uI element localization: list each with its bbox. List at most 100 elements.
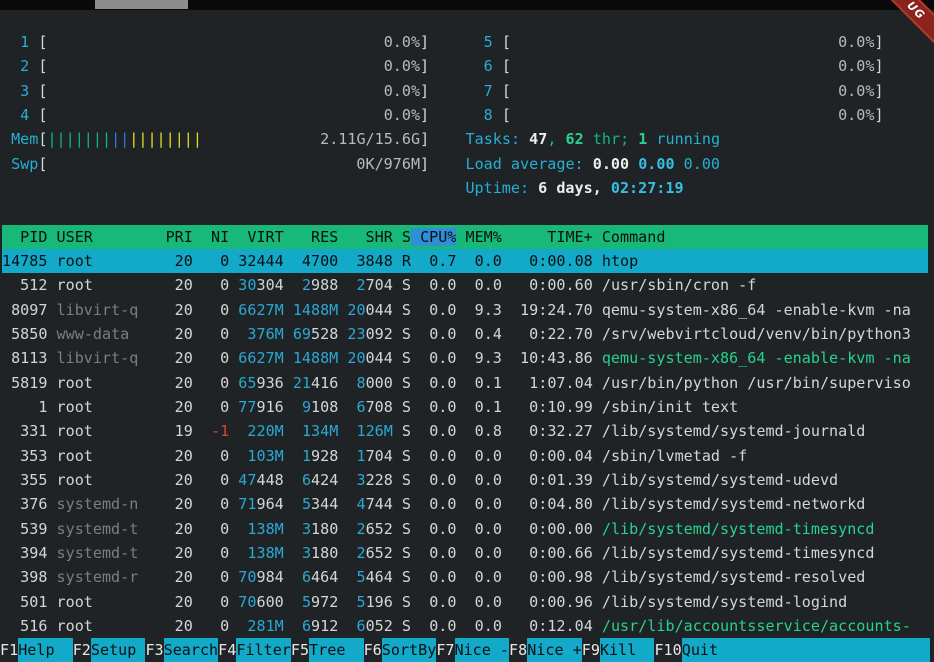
tasks-summary: 1 [638, 130, 647, 148]
cpu-percent-cell: 0.0 [411, 276, 456, 294]
state-cell: S [393, 398, 411, 416]
text-segment [338, 276, 356, 294]
time-cell: 0:00.04 [502, 447, 593, 465]
shr-cell: 044 [366, 349, 393, 367]
pid-cell: 5819 [2, 374, 47, 392]
fn-key-f1[interactable]: F1Help [0, 638, 73, 662]
virt-cell: 70 [238, 568, 256, 586]
column-header-time[interactable]: TIME+ [502, 228, 593, 246]
column-header-virt[interactable]: VIRT [229, 228, 284, 246]
text-segment [229, 374, 238, 392]
process-row-8113[interactable]: 8113 libvirt-q 20 0 6627M 1488M 20044 S … [2, 346, 928, 370]
cpu-meter-5-label: 5 [466, 33, 502, 51]
meter-close-bracket: ] [420, 33, 429, 51]
text-segment [511, 82, 838, 100]
process-row-539[interactable]: 539 systemd-t 20 0 138M 3180 2652 S 0.0 … [2, 517, 928, 541]
column-header-ni[interactable]: NI [193, 228, 229, 246]
process-row-5819[interactable]: 5819 root 20 0 65936 21416 8000 S 0.0 0.… [2, 371, 928, 395]
nice-cell: 0 [193, 349, 229, 367]
text-segment [284, 422, 302, 440]
cpu-percent-cell: 0.0 [411, 593, 456, 611]
virt-cell: 32444 [238, 252, 283, 270]
mem-percent-cell: 0.0 [456, 568, 501, 586]
text-segment [2, 179, 465, 197]
time-cell: 0:10.99 [502, 398, 593, 416]
text-segment [338, 495, 356, 513]
mem-percent-cell: 0.4 [456, 325, 501, 343]
process-row-353[interactable]: 353 root 20 0 103M 1928 1704 S 0.0 0.0 0… [2, 444, 928, 468]
meter-close-bracket: ] [420, 82, 429, 100]
text-segment [284, 593, 302, 611]
text-segment [284, 568, 302, 586]
fn-key-f7[interactable]: F7Nice - [436, 638, 509, 662]
cpu-meter-1-label: 1 [2, 33, 38, 51]
process-row-376[interactable]: 376 systemd-n 20 0 71964 5344 4744 S 0.0… [2, 492, 928, 516]
column-header-pri[interactable]: PRI [166, 228, 193, 246]
cpu-meter-8-label: 8 [466, 106, 502, 124]
fn-key-number: F1 [0, 638, 18, 662]
window-tab[interactable] [95, 0, 188, 9]
process-row-5850[interactable]: 5850 www-data 20 0 376M 69528 23092 S 0.… [2, 322, 928, 346]
uptime: 02:27:19 [611, 179, 684, 197]
state-cell: S [393, 325, 411, 343]
fn-key-f9[interactable]: F9Kill [582, 638, 655, 662]
res-cell: 928 [311, 447, 338, 465]
process-row-14785[interactable]: 14785 root 20 0 32444 4700 3848 R 0.7 0.… [2, 249, 928, 273]
column-header-mem[interactable]: MEM% [456, 228, 501, 246]
text-segment [511, 57, 838, 75]
pid-cell: 512 [2, 276, 47, 294]
column-header-shr[interactable]: SHR [338, 228, 393, 246]
column-header-command[interactable]: Command [593, 228, 666, 246]
text-segment [47, 155, 356, 173]
user-cell: root [47, 447, 165, 465]
text-segment [229, 568, 238, 586]
command-cell: /lib/systemd/systemd-timesyncd [593, 520, 875, 538]
virt-cell: 77 [238, 398, 256, 416]
column-header-s[interactable]: S [393, 228, 411, 246]
process-row-398[interactable]: 398 systemd-r 20 0 70984 6464 5464 S 0.0… [2, 565, 928, 589]
process-row-8097[interactable]: 8097 libvirt-q 20 0 6627M 1488M 20044 S … [2, 298, 928, 322]
priority-cell: 20 [166, 398, 193, 416]
process-row-1[interactable]: 1 root 20 0 77916 9108 6708 S 0.0 0.1 0:… [2, 395, 928, 419]
process-row-512[interactable]: 512 root 20 0 30304 2988 2704 S 0.0 0.0 … [2, 273, 928, 297]
process-table-header: PID USER PRI NI VIRT RES SHR S CPU% MEM%… [2, 225, 928, 249]
text-segment [338, 301, 347, 319]
text-segment [511, 106, 838, 124]
process-row-501[interactable]: 501 root 20 0 70600 5972 5196 S 0.0 0.0 … [2, 590, 928, 614]
column-header-res[interactable]: RES [284, 228, 339, 246]
text-segment [229, 398, 238, 416]
text-segment [47, 82, 383, 100]
command-cell: /sbin/init text [593, 398, 738, 416]
state-cell: S [393, 276, 411, 294]
meter-close-bracket: ] [874, 106, 883, 124]
process-row-355[interactable]: 355 root 20 0 47448 6424 3228 S 0.0 0.0 … [2, 468, 928, 492]
time-cell: 19:24.70 [502, 301, 593, 319]
text-segment [229, 544, 247, 562]
column-header-cpu[interactable]: CPU% [411, 228, 456, 246]
mem-percent-cell: 0.0 [456, 617, 501, 635]
fn-key-f10[interactable]: F10Quit [654, 638, 930, 662]
text-segment [229, 471, 238, 489]
column-header-user[interactable]: USER [47, 228, 165, 246]
fn-key-f2[interactable]: F2Setup [73, 638, 146, 662]
fn-key-f5[interactable]: F5Tree [291, 638, 364, 662]
process-row-394[interactable]: 394 systemd-t 20 0 138M 3180 2652 S 0.0 … [2, 541, 928, 565]
process-row-331[interactable]: 331 root 19 -1 220M 134M 126M S 0.0 0.8 … [2, 419, 928, 443]
time-cell: 0:00.96 [502, 593, 593, 611]
column-header-pid[interactable]: PID [2, 228, 47, 246]
fn-key-f6[interactable]: F6SortBy [364, 638, 437, 662]
meter-open-bracket: [ [502, 106, 511, 124]
text-segment [229, 301, 238, 319]
fn-key-f4[interactable]: F4Filter [218, 638, 291, 662]
fn-key-f3[interactable]: F3Search [145, 638, 218, 662]
text-segment [47, 57, 383, 75]
mem-percent-cell: 0.0 [456, 252, 501, 270]
process-row-516[interactable]: 516 root 20 0 281M 6912 6052 S 0.0 0.0 0… [2, 614, 928, 638]
fn-key-f8[interactable]: F8Nice + [509, 638, 582, 662]
text-segment [284, 301, 293, 319]
shr-cell: 228 [366, 471, 393, 489]
mem-meter-bars-blue: || [111, 130, 129, 148]
load-average [629, 155, 638, 173]
shr-cell: 000 [366, 374, 393, 392]
virt-cell: 6627M [238, 301, 283, 319]
